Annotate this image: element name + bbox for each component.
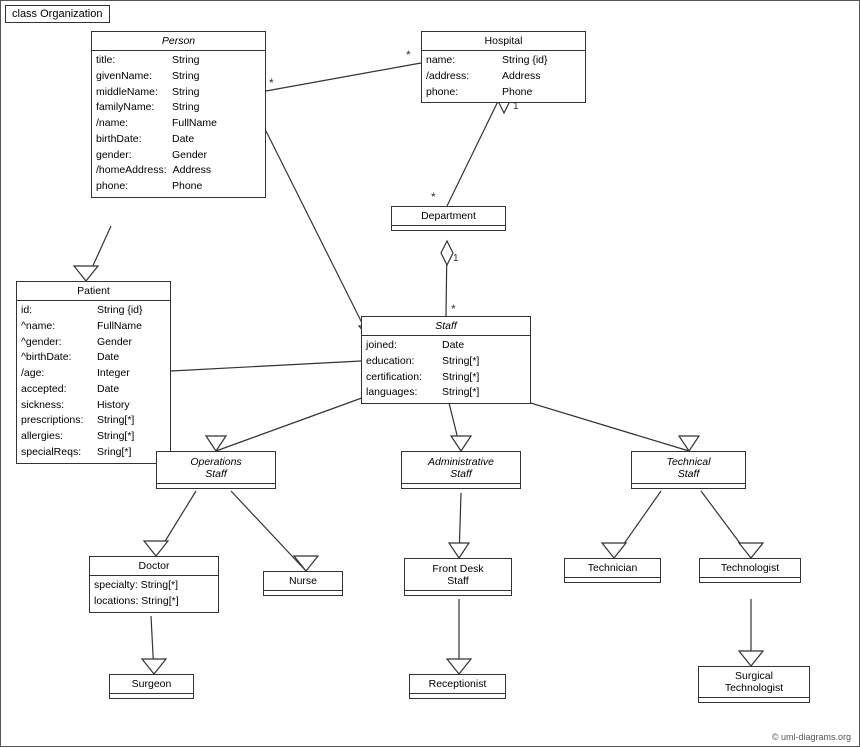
class-hospital: Hospital name:String {id} /address:Addre… — [421, 31, 586, 103]
class-person-header: Person — [92, 32, 265, 51]
class-patient: Patient id:String {id} ^name:FullName ^g… — [16, 281, 171, 464]
class-surgical-technologist: SurgicalTechnologist — [698, 666, 810, 703]
class-surgical-technologist-header: SurgicalTechnologist — [699, 667, 809, 698]
class-department: Department — [391, 206, 506, 231]
class-administrative-staff-header: AdministrativeStaff — [402, 452, 520, 484]
class-person: Person title:String givenName:String mid… — [91, 31, 266, 198]
class-operations-staff: OperationsStaff — [156, 451, 276, 489]
class-department-body — [392, 226, 505, 230]
class-operations-staff-body — [157, 484, 275, 488]
class-operations-staff-header: OperationsStaff — [157, 452, 275, 484]
class-technician-header: Technician — [565, 559, 660, 578]
class-technical-staff-header: TechnicalStaff — [632, 452, 745, 484]
diagram-container: class Organization 1 * 1 * * * * — [0, 0, 860, 747]
class-receptionist-body — [410, 694, 505, 698]
class-doctor-body: specialty: String[*] locations: String[*… — [90, 576, 218, 612]
class-technical-staff: TechnicalStaff — [631, 451, 746, 489]
class-technician: Technician — [564, 558, 661, 583]
class-hospital-header: Hospital — [422, 32, 585, 51]
svg-text:1: 1 — [453, 253, 459, 264]
class-department-header: Department — [392, 207, 505, 226]
class-technologist-header: Technologist — [700, 559, 800, 578]
class-person-body: title:String givenName:String middleName… — [92, 51, 265, 197]
class-front-desk-staff: Front DeskStaff — [404, 558, 512, 596]
svg-text:*: * — [451, 302, 456, 316]
class-technologist: Technologist — [699, 558, 801, 583]
class-surgical-technologist-body — [699, 698, 809, 702]
class-surgeon: Surgeon — [109, 674, 194, 699]
class-surgeon-body — [110, 694, 193, 698]
class-nurse-body — [264, 591, 342, 595]
class-administrative-staff-body — [402, 484, 520, 488]
class-technician-body — [565, 578, 660, 582]
class-hospital-body: name:String {id} /address:Address phone:… — [422, 51, 585, 102]
class-patient-body: id:String {id} ^name:FullName ^gender:Ge… — [17, 301, 170, 463]
class-staff-header: Staff — [362, 317, 530, 336]
class-staff: Staff joined:Date education:String[*] ce… — [361, 316, 531, 404]
class-technologist-body — [700, 578, 800, 582]
copyright-text: © uml-diagrams.org — [772, 732, 851, 742]
class-receptionist: Receptionist — [409, 674, 506, 699]
class-front-desk-staff-header: Front DeskStaff — [405, 559, 511, 591]
class-nurse: Nurse — [263, 571, 343, 596]
class-receptionist-header: Receptionist — [410, 675, 505, 694]
svg-text:*: * — [269, 76, 274, 90]
svg-text:*: * — [406, 48, 411, 62]
class-doctor-header: Doctor — [90, 557, 218, 576]
svg-text:*: * — [431, 190, 436, 204]
class-surgeon-header: Surgeon — [110, 675, 193, 694]
class-front-desk-staff-body — [405, 591, 511, 595]
class-patient-header: Patient — [17, 282, 170, 301]
class-staff-body: joined:Date education:String[*] certific… — [362, 336, 530, 403]
class-technical-staff-body — [632, 484, 745, 488]
class-doctor: Doctor specialty: String[*] locations: S… — [89, 556, 219, 613]
class-nurse-header: Nurse — [264, 572, 342, 591]
diagram-title: class Organization — [5, 5, 110, 23]
class-administrative-staff: AdministrativeStaff — [401, 451, 521, 489]
